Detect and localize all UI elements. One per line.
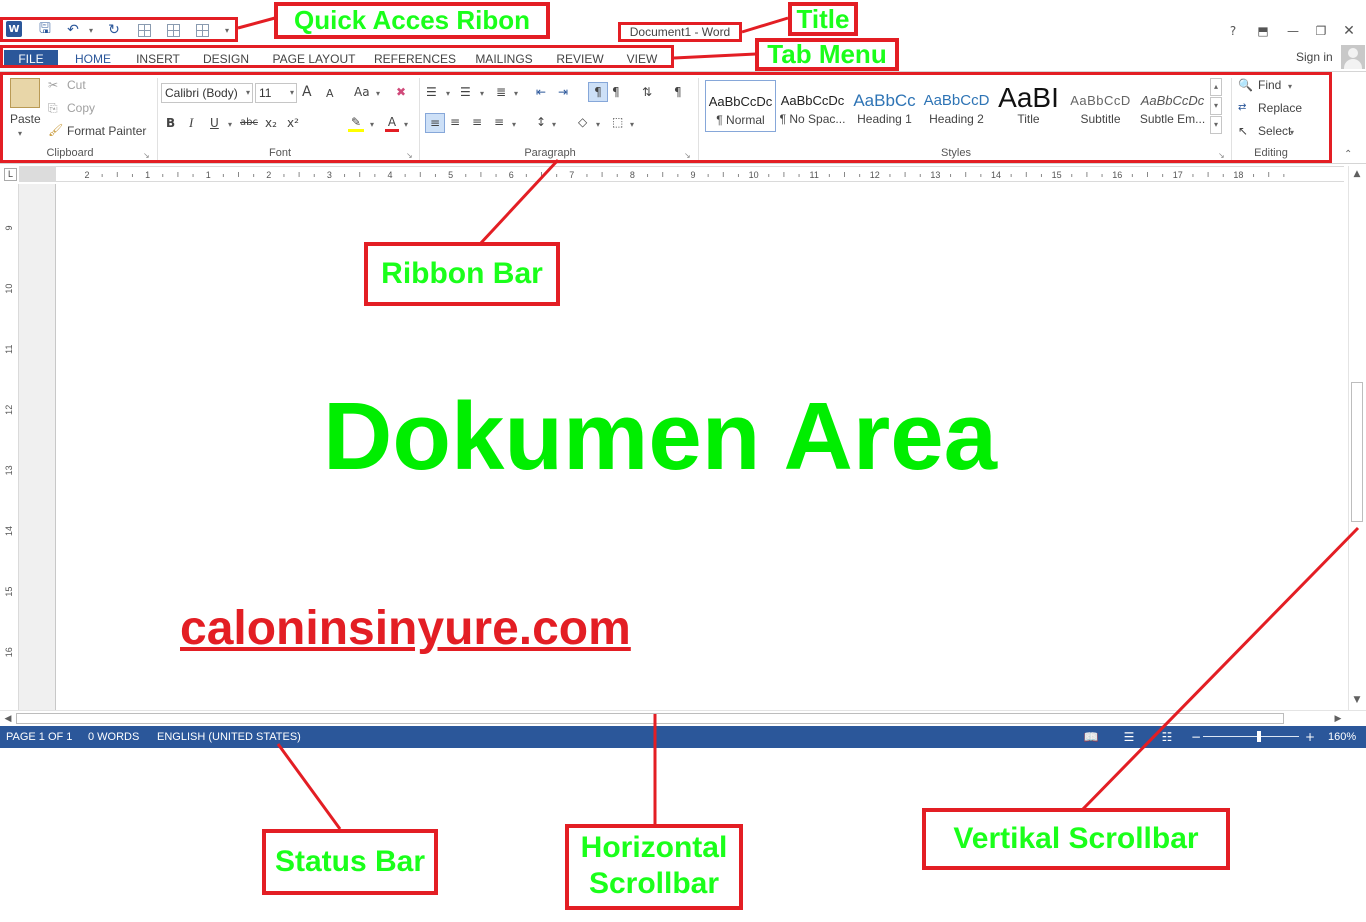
title-annotation: Title (788, 2, 858, 36)
status-bar-annotation: Status Bar (262, 829, 438, 895)
scroll-down-icon[interactable]: ▼ (1349, 692, 1365, 708)
ruler-tick-label: 10 (749, 170, 759, 180)
zoom-in-icon[interactable]: + (1302, 729, 1318, 745)
horizontal-scrollbar[interactable]: ◀ ▶ (0, 710, 1366, 726)
ribbon-bar-annotation: Ribbon Bar (364, 242, 560, 306)
language-indicator[interactable]: ENGLISH (UNITED STATES) (157, 730, 301, 744)
ruler-tick-label: 1 (206, 170, 211, 180)
ruler-tick-label: 8 (630, 170, 635, 180)
ruler-tick-label: 9 (690, 170, 695, 180)
horizontal-scroll-thumb[interactable] (16, 713, 1284, 724)
horizontal-ruler[interactable]: 2 1 1 2 3 4 5 6 7 8 9 10 11 12 13 14 15 16 17 18 (56, 166, 1344, 182)
vertical-ruler-tick-label: 15 (4, 587, 14, 597)
ruler-margin (19, 166, 56, 182)
vertical-ruler-tick-label: 9 (4, 225, 14, 230)
vertical-scrollbar[interactable]: ▲ ▼ (1348, 166, 1365, 710)
ruler-tick-label: 15 (1052, 170, 1062, 180)
ruler-tick-label: 2 (84, 170, 89, 180)
tab-selector[interactable]: L (4, 168, 17, 181)
zoom-level[interactable]: 160% (1328, 730, 1356, 744)
web-layout-icon[interactable]: ☷ (1159, 729, 1175, 745)
word-count[interactable]: 0 WORDS (88, 730, 139, 744)
vertical-ruler-tick-label: 13 (4, 465, 14, 475)
scroll-right-icon[interactable]: ▶ (1330, 711, 1346, 727)
vertical-scroll-thumb[interactable] (1351, 382, 1363, 522)
quick-access-annotation: Quick Acces Ribon (274, 2, 550, 39)
avatar[interactable] (1341, 45, 1365, 69)
vertical-ruler-tick-label: 16 (4, 647, 14, 657)
ruler-tick-label: 7 (569, 170, 574, 180)
scroll-left-icon[interactable]: ◀ (0, 711, 16, 727)
document-area-label: Dokumen Area (323, 383, 997, 490)
vertical-ruler-tick-label: 14 (4, 526, 14, 536)
minimize-button[interactable]: — (1284, 22, 1302, 40)
page-margin-shade (19, 184, 56, 710)
ruler-tick-label: 2 (266, 170, 271, 180)
scroll-up-icon[interactable]: ▲ (1349, 166, 1365, 182)
ruler-tick-label: 5 (448, 170, 453, 180)
vertical-ruler[interactable]: 9 10 11 12 13 14 15 16 (0, 184, 19, 710)
zoom-out-icon[interactable]: − (1188, 729, 1204, 745)
zoom-slider-track[interactable] (1203, 736, 1299, 737)
ruler-tick-label: 12 (870, 170, 880, 180)
ruler-tick-label: 18 (1233, 170, 1243, 180)
tab-menu-annotation: Tab Menu (755, 38, 899, 71)
vertical-ruler-tick-label: 12 (4, 405, 14, 415)
ribbon-outline (0, 72, 1332, 163)
zoom-slider-thumb[interactable] (1257, 731, 1261, 742)
vertical-ruler-tick-label: 11 (4, 345, 14, 354)
ruler-tick-label: 4 (387, 170, 392, 180)
website-link[interactable]: caloninsinyure.com (180, 601, 631, 657)
quick-access-outline (0, 17, 238, 42)
horizontal-scrollbar-annotation: Horizontal Scrollbar (565, 824, 743, 910)
page-count[interactable]: PAGE 1 OF 1 (6, 730, 72, 744)
ruler-tick-label: 17 (1173, 170, 1183, 180)
restore-button[interactable]: ❐ (1312, 22, 1330, 40)
collapse-ribbon-icon[interactable]: ⌃ (1344, 147, 1352, 163)
ruler-tick-label: 13 (930, 170, 940, 180)
ruler-tick-label: 3 (327, 170, 332, 180)
tab-menu-outline (0, 45, 674, 68)
ruler-ticks: 2 1 1 2 3 4 5 6 7 8 9 10 11 12 13 14 15 16 17 18 (84, 170, 1285, 180)
close-button[interactable]: ✕ (1340, 22, 1358, 40)
ruler-tick-label: 1 (145, 170, 150, 180)
ruler-tick-label: 6 (509, 170, 514, 180)
vertical-ruler-ticks: 9 10 11 12 13 14 15 16 (4, 225, 14, 657)
read-mode-icon[interactable]: 📖 (1083, 729, 1099, 745)
vertical-scrollbar-annotation: Vertikal Scrollbar (922, 808, 1230, 870)
print-layout-icon[interactable]: ☰ (1121, 729, 1137, 745)
ruler-tick-label: 11 (810, 170, 819, 180)
status-bar: PAGE 1 OF 1 0 WORDS ENGLISH (UNITED STAT… (0, 726, 1366, 748)
help-button[interactable]: ? (1224, 22, 1242, 40)
ruler-tick-label: 14 (991, 170, 1001, 180)
title-outline (618, 22, 742, 42)
sign-in-link[interactable]: Sign in (1296, 49, 1333, 65)
ribbon-display-options-icon[interactable]: ⬒ (1254, 22, 1272, 40)
ruler-tick-label: 16 (1112, 170, 1122, 180)
vertical-ruler-tick-label: 10 (4, 284, 14, 294)
